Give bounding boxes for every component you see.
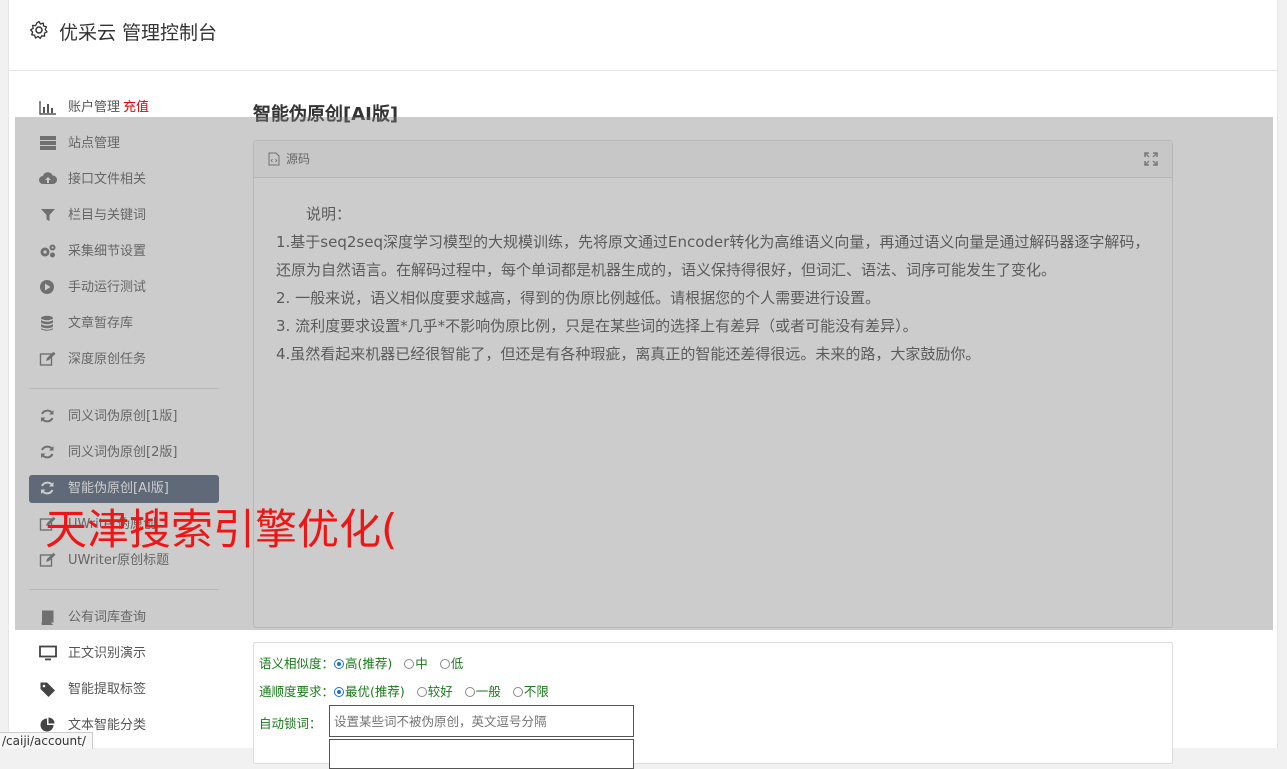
note-line-2: 2. 一般来说，语义相似度要求越高，得到的伪原比例越低。请根据您的个人需要进行设… bbox=[276, 289, 881, 307]
sidebar-item-label: 同义词伪原创[1版] bbox=[68, 409, 178, 424]
sidebar-item-account[interactable]: 账户管理 充值 bbox=[29, 90, 219, 126]
fluency-option-normal[interactable]: 一般 bbox=[464, 684, 501, 699]
radio-checked[interactable] bbox=[334, 658, 345, 669]
radio[interactable] bbox=[416, 686, 427, 697]
filter-icon bbox=[41, 208, 55, 221]
note-line-3: 3. 流利度要求设置*几乎*不影响伪原比例，只是在某些词的选择上有差异（或者可能… bbox=[276, 317, 918, 335]
sidebar-item-label: 智能提取标签 bbox=[68, 682, 147, 697]
sidebar-item-interface-files[interactable]: 接口文件相关 bbox=[29, 162, 219, 198]
page-header: 优采云 管理控制台 bbox=[9, 0, 1277, 71]
sidebar-divider bbox=[29, 589, 219, 590]
watermark-text: 天津搜索引擎优化( bbox=[45, 505, 398, 554]
pie-chart-icon bbox=[40, 717, 55, 731]
refresh-icon bbox=[41, 409, 54, 422]
sidebar-nav: 账户管理 充值 站点管理 接口文件相关 栏目与关键词 采集细节设置 手动运行测试 … bbox=[29, 90, 219, 744]
sidebar-item-synonym-v1[interactable]: 同义词伪原创[1版] bbox=[29, 399, 219, 435]
gear-icon bbox=[29, 20, 48, 40]
edit-icon bbox=[39, 351, 56, 366]
cogs-icon bbox=[40, 244, 56, 257]
refresh-icon bbox=[41, 445, 54, 458]
note-line-4: 4.虽然看起来机器已经很智能了，但还是有各种瑕疵，离真正的智能还差得很远。未来的… bbox=[276, 345, 981, 363]
lock-words-label: 自动锁词： bbox=[259, 716, 322, 731]
source-panel-header: 源码 bbox=[254, 141, 1172, 178]
sidebar-item-text-recognition[interactable]: 正文识别演示 bbox=[29, 636, 219, 672]
source-editor[interactable]: 说明： 1.基于seq2seq深度学习模型的大规模训练，先将原文通过Encode… bbox=[254, 178, 1172, 368]
status-bar-url: /caiji/account/ bbox=[0, 732, 93, 749]
sidebar-divider bbox=[29, 388, 219, 389]
similarity-option-medium[interactable]: 中 bbox=[404, 656, 428, 671]
book-icon bbox=[41, 610, 54, 625]
refresh-icon bbox=[41, 481, 54, 494]
sidebar-item-article-storage[interactable]: 文章暂存库 bbox=[29, 306, 219, 342]
fluency-row: 通顺度要求： 最优(推荐) 较好 一般 不限 bbox=[259, 681, 561, 700]
similarity-option-high[interactable]: 高(推荐) bbox=[334, 656, 392, 671]
radio[interactable] bbox=[404, 658, 415, 669]
server-icon bbox=[40, 135, 56, 150]
note-line-1: 1.基于seq2seq深度学习模型的大规模训练，先将原文通过Encoder转化为… bbox=[276, 233, 1150, 279]
sidebar-item-smart-tags[interactable]: 智能提取标签 bbox=[29, 672, 219, 708]
similarity-row: 语义相似度： 高(推荐) 中低 bbox=[259, 653, 475, 672]
similarity-option-low[interactable]: 低 bbox=[439, 656, 463, 671]
radio-checked[interactable] bbox=[334, 686, 345, 697]
sidebar-item-label: 接口文件相关 bbox=[68, 172, 147, 187]
sidebar-item-manual-test[interactable]: 手动运行测试 bbox=[29, 270, 219, 306]
sidebar-item-deep-original[interactable]: 深度原创任务 bbox=[29, 342, 219, 378]
sidebar-item-label: 深度原创任务 bbox=[68, 352, 147, 367]
section-heading: 智能伪原创[AI版] bbox=[253, 104, 399, 125]
sidebar-item-columns-keywords[interactable]: 栏目与关键词 bbox=[29, 198, 219, 234]
sidebar-item-synonym-v2[interactable]: 同义词伪原创[2版] bbox=[29, 435, 219, 471]
fluency-label: 通顺度要求： bbox=[259, 684, 335, 699]
sidebar-item-label: 栏目与关键词 bbox=[68, 208, 147, 223]
secondary-input[interactable] bbox=[329, 739, 634, 769]
fluency-option-best[interactable]: 最优(推荐) bbox=[334, 684, 405, 699]
sidebar-item-label: 同义词伪原创[2版] bbox=[68, 445, 178, 460]
sidebar-item-label: 手动运行测试 bbox=[68, 280, 147, 295]
play-circle-icon bbox=[40, 279, 54, 294]
note-title: 说明： bbox=[306, 205, 352, 223]
lock-words-input[interactable] bbox=[329, 705, 634, 737]
fluency-option-any[interactable]: 不限 bbox=[512, 684, 549, 699]
sidebar-item-label: 正文识别演示 bbox=[68, 646, 147, 661]
sidebar-item-label: 账户管理 bbox=[68, 100, 121, 115]
desktop-icon bbox=[39, 645, 57, 660]
sidebar-item-public-dictionary[interactable]: 公有词库查询 bbox=[29, 600, 219, 636]
sidebar-item-label: 采集细节设置 bbox=[68, 244, 147, 259]
fullscreen-icon[interactable] bbox=[1144, 152, 1158, 166]
main-panel: 优采云 管理控制台 账户管理 充值 站点管理 接口文件相关 栏目与关键词 采集细节… bbox=[8, 0, 1278, 769]
sidebar-item-label: 站点管理 bbox=[68, 136, 121, 151]
bar-chart-icon bbox=[39, 100, 56, 115]
options-form: 语义相似度： 高(推荐) 中低 通顺度要求： 最优(推荐) 较好 一般 不限 自动锁词： bbox=[253, 642, 1173, 769]
page-title: 优采云 管理控制台 bbox=[59, 22, 218, 44]
cloud-upload-icon bbox=[39, 171, 57, 184]
radio[interactable] bbox=[439, 658, 450, 669]
sidebar-item-label: 智能伪原创[AI版] bbox=[68, 481, 169, 496]
similarity-label: 语义相似度： bbox=[259, 656, 335, 671]
database-icon bbox=[41, 315, 53, 331]
radio[interactable] bbox=[464, 686, 475, 697]
recharge-link[interactable]: 充值 bbox=[123, 100, 149, 115]
fluency-option-good[interactable]: 较好 bbox=[416, 684, 453, 699]
sidebar-item-label: 文本智能分类 bbox=[68, 718, 147, 733]
code-file-icon bbox=[268, 152, 280, 165]
tag-icon bbox=[40, 682, 55, 697]
sidebar-item-label: 公有词库查询 bbox=[68, 610, 147, 625]
radio[interactable] bbox=[512, 686, 523, 697]
sidebar-item-collect-settings[interactable]: 采集细节设置 bbox=[29, 234, 219, 270]
sidebar-item-label: 文章暂存库 bbox=[68, 316, 134, 331]
source-panel-title: 源码 bbox=[286, 152, 311, 166]
sidebar-item-sites[interactable]: 站点管理 bbox=[29, 126, 219, 162]
